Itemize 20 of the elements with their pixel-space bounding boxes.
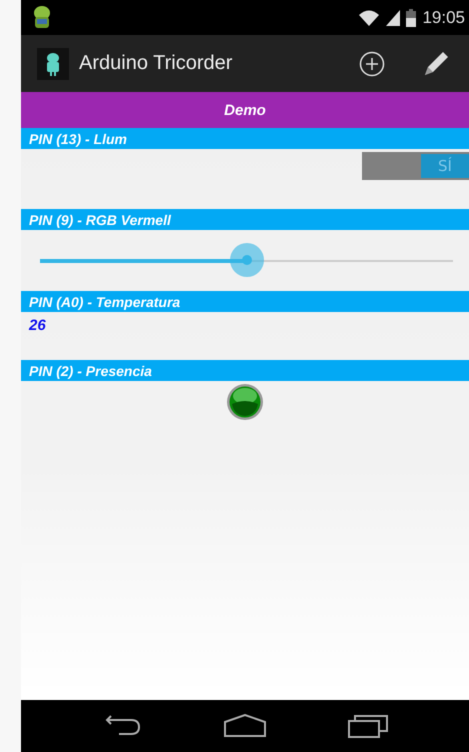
battery-icon — [406, 8, 416, 26]
wifi-icon — [358, 8, 380, 26]
pin-header: PIN (2) - Presencia — [21, 360, 469, 381]
recent-apps-icon — [347, 713, 389, 739]
toggle-switch[interactable]: SÍ — [362, 152, 469, 180]
pin-header: PIN (13) - Llum — [21, 128, 469, 149]
add-icon — [359, 50, 385, 76]
home-icon — [223, 714, 267, 738]
home-button[interactable] — [223, 714, 267, 738]
app-icon — [37, 48, 69, 80]
signal-icon — [386, 10, 400, 26]
pin-header: PIN (9) - RGB Vermell — [21, 209, 469, 230]
pin-header: PIN (A0) - Temperatura — [21, 291, 469, 312]
android-icon — [31, 4, 53, 30]
slider-thumb[interactable] — [230, 242, 264, 276]
profile-title: Demo — [21, 92, 469, 128]
recent-apps-button[interactable] — [347, 713, 389, 739]
app-title: Arduino Tricorder — [79, 52, 232, 75]
clock-time: 19:05 — [422, 8, 465, 28]
sensor-value: 26 — [29, 317, 46, 334]
